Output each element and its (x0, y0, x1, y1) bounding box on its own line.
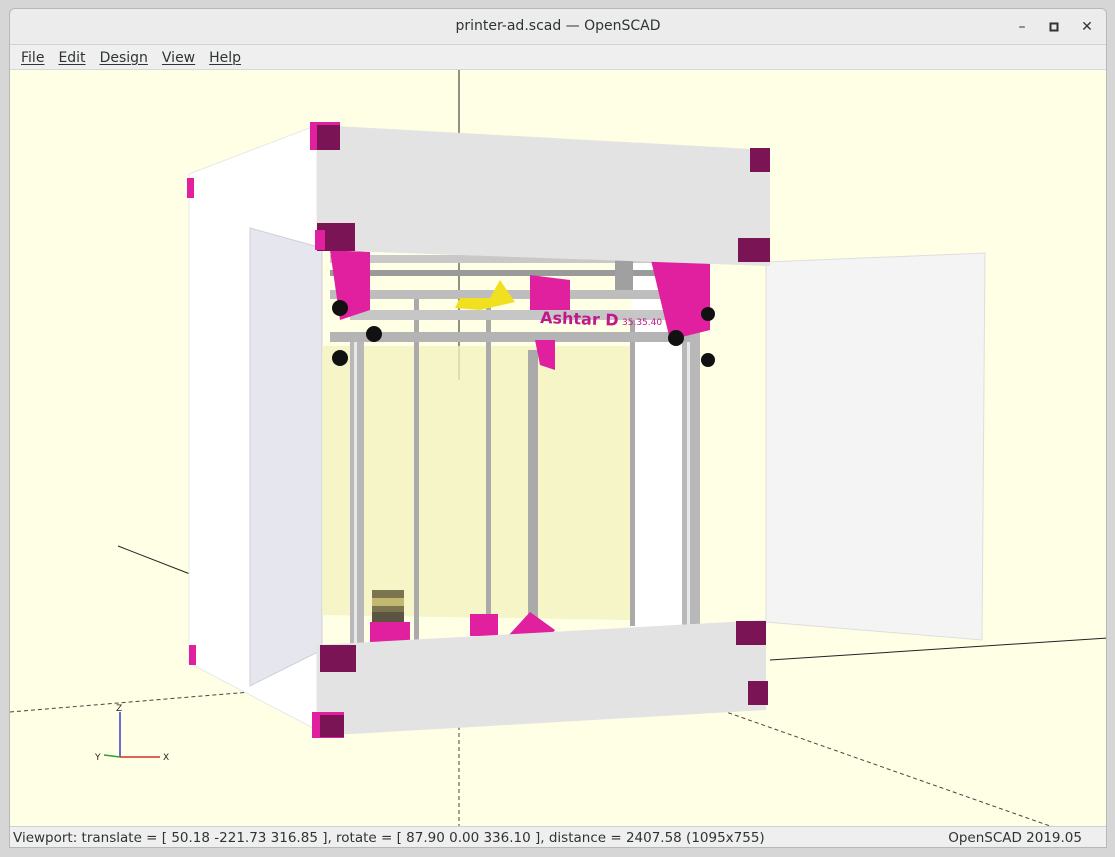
bottom-corner-right-back (736, 621, 766, 645)
axis-label-z: Z (116, 704, 122, 714)
axis-label-y: Y (94, 753, 101, 763)
3d-viewport[interactable]: Ashtar D 35.35.40 Z Y X (10, 70, 1106, 826)
right-door (765, 252, 986, 641)
top-corner-right-front (750, 148, 770, 172)
axis-gizmo: Z Y X (94, 704, 169, 763)
menu-edit[interactable]: Edit (58, 50, 85, 66)
title-bar[interactable]: printer-ad.scad — OpenSCAD – ✕ (10, 9, 1106, 45)
close-button[interactable]: ✕ (1075, 15, 1099, 39)
left-wall-corner-bottom (189, 645, 196, 665)
minimize-icon: – (1018, 19, 1026, 35)
window-title: printer-ad.scad — OpenSCAD (455, 18, 661, 34)
viewport-info: Viewport: translate = [ 50.18 -221.73 31… (13, 830, 765, 846)
top-corner-right-back (738, 238, 770, 262)
menu-bar: File Edit Design View Help (10, 46, 1106, 70)
left-wall-corner-top (187, 178, 194, 198)
3d-scene: Ashtar D 35.35.40 Z Y X (10, 70, 1106, 826)
axis-label-x: X (163, 753, 169, 763)
bottom-corner-right-front (748, 681, 768, 705)
openscad-window: printer-ad.scad — OpenSCAD – ✕ File Edit… (9, 8, 1107, 848)
status-bar: Viewport: translate = [ 50.18 -221.73 31… (10, 826, 1106, 847)
maximize-icon (1049, 22, 1059, 32)
model-sublabel: 35.35.40 (622, 318, 662, 328)
inner-back-panel (322, 346, 632, 620)
minimize-button[interactable]: – (1010, 15, 1034, 39)
menu-file[interactable]: File (21, 50, 44, 66)
top-panel (317, 125, 770, 266)
bottom-corner-left-back (320, 645, 356, 672)
menu-help[interactable]: Help (209, 50, 241, 66)
version-label: OpenSCAD 2019.05 (948, 830, 1082, 846)
close-icon: ✕ (1081, 19, 1093, 35)
model-label: Ashtar D (540, 308, 619, 330)
left-door (249, 227, 323, 687)
maximize-button[interactable] (1042, 15, 1066, 39)
menu-design[interactable]: Design (100, 50, 148, 66)
menu-view[interactable]: View (162, 50, 195, 66)
